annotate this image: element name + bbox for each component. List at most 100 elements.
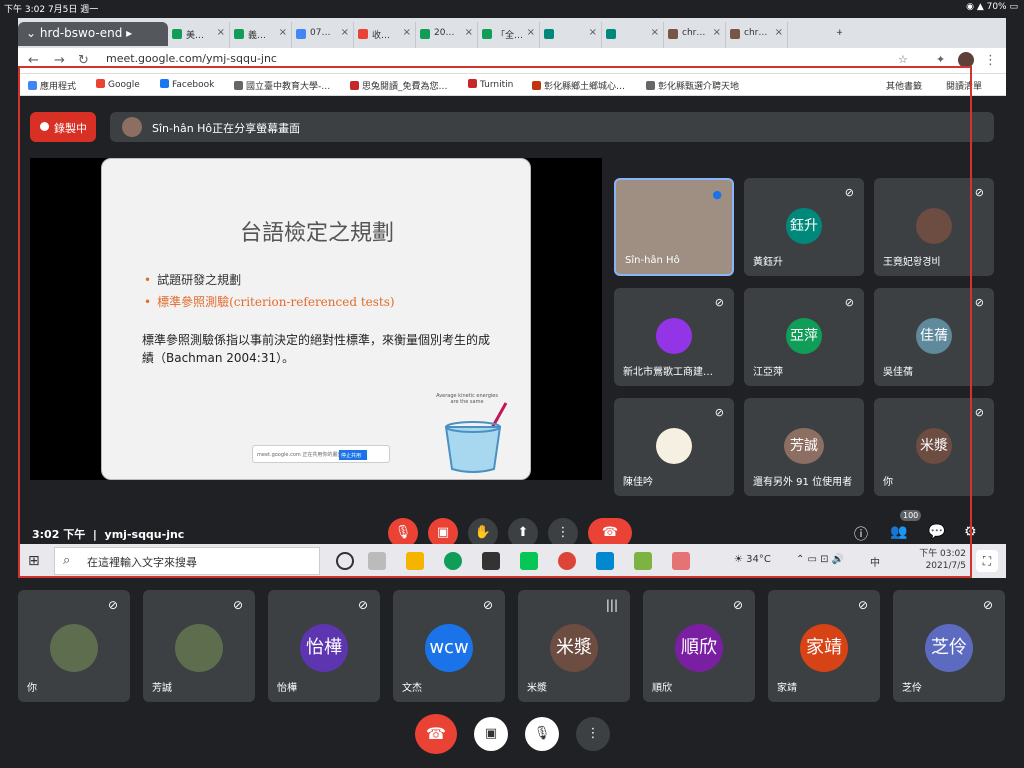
tab-label: 收… <box>372 31 391 41</box>
bookmark-star-icon[interactable]: ☆ <box>898 53 908 66</box>
reload-icon[interactable]: ↻ <box>78 53 89 68</box>
info-icon[interactable]: ⓘ <box>854 524 868 544</box>
close-tab-icon[interactable]: × <box>775 27 783 38</box>
app-icon[interactable] <box>482 552 500 570</box>
app-icon[interactable] <box>634 552 652 570</box>
participant-tile[interactable]: 芳誠 ⊘ <box>143 590 255 702</box>
close-tab-icon[interactable]: × <box>341 27 349 38</box>
task-view-icon[interactable] <box>368 552 386 570</box>
participant-tile[interactable]: 佳蒨 吳佳蒨 ⊘ <box>874 288 994 386</box>
close-tab-icon[interactable]: × <box>527 27 535 38</box>
close-tab-icon[interactable]: × <box>713 27 721 38</box>
participant-tile[interactable]: 順欣 順欣 ⊘ <box>643 590 755 702</box>
close-tab-icon[interactable]: × <box>651 27 659 38</box>
file-explorer-icon[interactable] <box>406 552 424 570</box>
recording-indicator[interactable]: 錄製中 <box>30 112 96 142</box>
ime-indicator[interactable]: 中 <box>870 554 880 569</box>
close-tab-icon[interactable]: × <box>589 27 597 38</box>
people-count-badge: 100 <box>900 510 922 521</box>
weather-widget[interactable]: ☀ 34°C <box>734 554 771 565</box>
stop-sharing-button[interactable]: 停止共用 <box>339 450 367 460</box>
people-icon[interactable]: 👥 <box>890 524 907 540</box>
overlay-window-title[interactable]: ⌄ hrd-bswo-end ▸ <box>18 22 168 46</box>
bookmark-item[interactable]: 國立臺中教育大學-… <box>234 79 330 92</box>
participant-tile[interactable]: 新北市鶯歌工商建… ⊘ <box>614 288 734 386</box>
bookmark-icon <box>96 79 105 88</box>
bookmark-label: 國立臺中教育大學-… <box>246 82 331 92</box>
tab-label: chr… <box>682 28 706 38</box>
cortana-icon[interactable] <box>336 552 354 570</box>
tray-icons[interactable]: ⌃ ▭ ⊡ 🔊 <box>796 554 844 565</box>
close-tab-icon[interactable]: × <box>279 27 287 38</box>
taskbar-search-input[interactable]: ⌕ 在這裡輸入文字來搜尋 <box>54 547 320 575</box>
browser-tab[interactable]: chr… × <box>664 22 726 48</box>
profile-avatar[interactable] <box>958 52 974 68</box>
camera-off-icon[interactable]: ▣ <box>474 717 508 751</box>
new-tab-icon[interactable]: + <box>818 22 842 48</box>
edge-icon[interactable] <box>444 552 462 570</box>
bookmark-item[interactable]: 應用程式 <box>28 79 76 92</box>
chat-icon[interactable]: 💬 <box>928 524 945 540</box>
tab-label: 美… <box>186 31 205 41</box>
participant-tile[interactable]: 亞萍 江亞萍 ⊘ <box>744 288 864 386</box>
bookmark-folder[interactable]: 閱讀清單 <box>946 79 982 92</box>
close-tab-icon[interactable]: × <box>465 27 473 38</box>
participant-tile[interactable]: 陳佳吟 ⊘ <box>614 398 734 496</box>
activities-icon[interactable]: ⚙ <box>964 524 977 540</box>
browser-tab[interactable]: 「全… × <box>478 22 540 48</box>
browser-tab[interactable]: 美… × <box>168 22 230 48</box>
participant-tile[interactable]: 米漿你 ⊘ <box>874 398 994 496</box>
bookmark-item[interactable]: Facebook <box>160 79 214 90</box>
browser-tab[interactable]: × <box>540 22 602 48</box>
browser-tab[interactable]: 20… × <box>416 22 478 48</box>
browser-tab[interactable]: 收… × <box>354 22 416 48</box>
participant-tile[interactable]: wcw 文杰 ⊘ <box>393 590 505 702</box>
bookmark-item[interactable]: 思兔閱讀_免費為您… <box>350 79 448 92</box>
close-tab-icon[interactable]: × <box>403 27 411 38</box>
slide: 台語檢定之規劃 試題研發之規劃 標準參照測驗(criterion-referen… <box>101 158 531 480</box>
extensions-icon[interactable]: ✦ <box>936 53 945 66</box>
tab-favicon-icon <box>358 29 368 39</box>
bookmark-folder[interactable]: 其他書籤 <box>886 79 922 92</box>
chrome-icon[interactable] <box>558 552 576 570</box>
bookmark-label: 彰化縣鄉土鄉城心… <box>544 82 626 92</box>
taskbar-clock[interactable]: 下午 03:02 2021/7/5 <box>919 548 966 572</box>
windows-start-icon[interactable]: ⊞ <box>28 553 40 569</box>
bookmark-icon <box>532 81 541 90</box>
end-call-button[interactable]: ☎ <box>415 714 457 754</box>
participant-avatar: 鈺升 <box>786 208 822 244</box>
mic-off-icon[interactable]: 🎙 <box>525 717 559 751</box>
forward-icon[interactable]: → <box>54 53 65 68</box>
participant-tile[interactable]: 芝伶 芝伶 ⊘ <box>893 590 1005 702</box>
participant-tile[interactable]: 米漿 米漿 ||| <box>518 590 630 702</box>
line-icon[interactable] <box>520 552 538 570</box>
browser-tab[interactable]: × <box>602 22 664 48</box>
participant-tile[interactable]: 怡樺 怡樺 ⊘ <box>268 590 380 702</box>
participant-avatar: 亞萍 <box>786 318 822 354</box>
more-options-icon[interactable]: ⋮ <box>576 717 610 751</box>
participant-tile[interactable]: Sîn-hân Hô ● <box>614 178 734 276</box>
browser-tab[interactable]: 義… × <box>230 22 292 48</box>
participant-tile[interactable]: 你 ⊘ <box>18 590 130 702</box>
participant-name: 家靖 <box>777 683 797 694</box>
bookmarks-bar: 應用程式 Google Facebook 國立臺中教育大學-… 思兔閱讀_免費為您… Tu… <box>18 74 1006 96</box>
participant-tile[interactable]: 王竟妃황경비 ⊘ <box>874 178 994 276</box>
close-tab-icon[interactable]: × <box>217 27 225 38</box>
bookmark-item[interactable]: Turnitin <box>468 79 513 90</box>
browser-tab[interactable]: chr… × <box>726 22 788 48</box>
participant-tile[interactable]: 鈺升 黃鈺升 ⊘ <box>744 178 864 276</box>
search-icon: ⌕ <box>63 553 71 568</box>
bookmark-item[interactable]: Google <box>96 79 140 90</box>
presenter-avatar <box>122 117 142 137</box>
app-icon[interactable] <box>596 552 614 570</box>
fullscreen-icon[interactable]: ⛶ <box>976 550 998 572</box>
menu-dots-icon[interactable]: ⋮ <box>984 53 997 68</box>
bookmark-item[interactable]: 彰化縣鄉土鄉城心… <box>532 79 625 92</box>
participant-tile[interactable]: 家靖 家靖 ⊘ <box>768 590 880 702</box>
participant-tile[interactable]: 芳誠 還有另外 91 位使用者 <box>744 398 864 496</box>
app-icon[interactable] <box>672 552 690 570</box>
back-icon[interactable]: ← <box>28 53 39 68</box>
url-field[interactable]: meet.google.com/ymj-sqqu-jnc <box>106 52 277 65</box>
bookmark-item[interactable]: 彰化縣甄選介聘天地 <box>646 79 739 92</box>
browser-tab[interactable]: 07… × <box>292 22 354 48</box>
